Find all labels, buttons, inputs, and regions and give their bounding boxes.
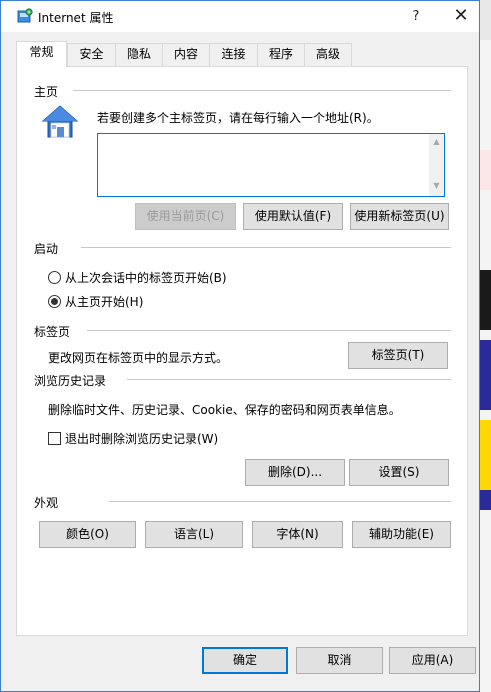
tabs-description: 更改网页在标签页中的显示方式。 (48, 351, 229, 365)
cancel-button[interactable]: 取消 (296, 647, 383, 674)
homepage-urls-textarea[interactable]: ▲ ▼ (97, 133, 445, 197)
delete-on-exit-label[interactable]: 退出时删除浏览历史记录(W) (65, 430, 218, 447)
internet-options-icon (17, 8, 33, 23)
history-description: 删除临时文件、历史记录、Cookie、保存的密码和网页表单信息。 (48, 403, 401, 417)
close-button[interactable]: ✕ (444, 1, 478, 32)
startup-home-page-label[interactable]: 从主页开始(H) (65, 293, 143, 310)
startup-last-session-radio[interactable] (48, 271, 61, 284)
tab-general[interactable]: 常规 (16, 41, 67, 67)
delete-on-exit-checkbox[interactable] (48, 432, 61, 445)
use-current-button[interactable]: 使用当前页(C) (135, 203, 236, 230)
history-group-label: 浏览历史记录 (34, 374, 107, 388)
background-app-strip (480, 0, 491, 692)
startup-group-label: 启动 (34, 242, 59, 256)
languages-button[interactable]: 语言(L) (145, 521, 243, 548)
tab-security[interactable]: 安全 (67, 43, 116, 66)
ok-button[interactable]: 确定 (202, 647, 288, 674)
help-button[interactable]: ? (399, 1, 433, 32)
tabs-separator (87, 330, 451, 331)
history-separator (127, 379, 451, 380)
startup-separator (81, 247, 451, 248)
tab-content[interactable]: 内容 (162, 43, 210, 66)
homepage-separator (73, 90, 451, 91)
homepage-group-label: 主页 (34, 85, 59, 99)
delete-history-button[interactable]: 删除(D)... (245, 459, 345, 486)
startup-home-page-radio[interactable] (48, 295, 61, 308)
startup-last-session-label[interactable]: 从上次会话中的标签页开始(B) (65, 269, 227, 286)
tab-programs[interactable]: 程序 (257, 43, 305, 66)
apply-button[interactable]: 应用(A) (389, 647, 476, 674)
window-title: Internet 属性 (38, 11, 114, 25)
textarea-scrollbar[interactable]: ▲ ▼ (429, 134, 444, 196)
tabs-group-label: 标签页 (34, 325, 71, 339)
colors-button[interactable]: 颜色(O) (39, 521, 136, 548)
tab-privacy[interactable]: 隐私 (115, 43, 163, 66)
tab-connections[interactable]: 连接 (209, 43, 258, 66)
title-bar: Internet 属性 ? ✕ (1, 1, 479, 32)
homepage-instruction: 若要创建多个主标签页，请在每行输入一个地址(R)。 (97, 111, 379, 125)
scroll-down-icon[interactable]: ▼ (429, 181, 444, 190)
accessibility-button[interactable]: 辅助功能(E) (352, 521, 451, 548)
appearance-separator (109, 501, 451, 502)
history-settings-button[interactable]: 设置(S) (349, 459, 449, 486)
fonts-button[interactable]: 字体(N) (252, 521, 343, 548)
tab-advanced[interactable]: 高级 (304, 43, 352, 66)
appearance-group-label: 外观 (34, 496, 59, 510)
scroll-up-icon[interactable]: ▲ (429, 137, 444, 146)
use-new-tab-button[interactable]: 使用新标签页(U) (350, 203, 449, 230)
tabs-settings-button[interactable]: 标签页(T) (348, 342, 448, 369)
internet-options-dialog: Internet 属性 ? ✕ 常规 安全 隐私 内容 连接 程序 高级 主页 … (0, 0, 480, 692)
use-default-button[interactable]: 使用默认值(F) (243, 203, 343, 230)
home-house-icon (41, 105, 79, 138)
